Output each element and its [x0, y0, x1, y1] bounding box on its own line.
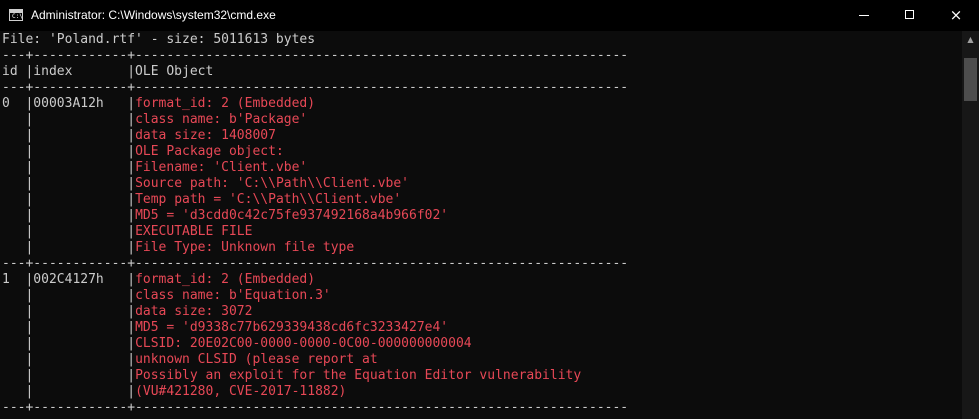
console-line: | |class name: b'Package': [2, 112, 307, 128]
console-line-prefix: | |: [2, 368, 136, 383]
console-line-prefix: | |: [2, 144, 136, 159]
console-line-prefix: ---+------------+-----------------------…: [2, 400, 629, 415]
console-line: | |data size: 3072: [2, 304, 252, 320]
title-bar[interactable]: C:\ Administrator: C:\Windows\system32\c…: [0, 0, 979, 31]
console-line: | |unknown CLSID (please report at: [2, 352, 378, 368]
console-line: id |index |OLE Object: [2, 64, 213, 80]
console-line-prefix: | |: [2, 128, 136, 143]
ole-info-text: format_id: 2 (Embedded): [135, 272, 316, 287]
console-line: | |Temp path = 'C:\\Path\\Client.vbe': [2, 192, 401, 208]
console-line: | |MD5 = 'd3cdd0c42c75fe937492168a4b966f…: [2, 208, 448, 224]
ole-info-text: Source path: 'C:\\Path\\Client.vbe': [135, 176, 409, 191]
console-line: | |(VU#421280, CVE-2017-11882): [2, 384, 346, 400]
ole-info-text: class name: b'Equation.3': [135, 288, 331, 303]
console-line-prefix: id |index |OLE Object: [2, 64, 214, 79]
console-line: | |CLSID: 20E02C00-0000-0000-0C00-000000…: [2, 336, 472, 352]
console-line: | |File Type: Unknown file type: [2, 240, 354, 256]
cmd-app-icon: C:\: [9, 9, 23, 21]
ole-info-text: data size: 1408007: [135, 128, 276, 143]
ole-info-text: class name: b'Package': [135, 112, 308, 127]
separator-line: ---+------------+-----------------------…: [2, 48, 628, 64]
console-line-prefix: | |: [2, 208, 136, 223]
separator-line: ---+------------+-----------------------…: [2, 256, 628, 272]
console-line: | |data size: 1408007: [2, 128, 276, 144]
minimize-button[interactable]: [841, 0, 887, 31]
console-line-prefix: | |: [2, 336, 136, 351]
console-line: 1 |002C4127h |format_id: 2 (Embedded): [2, 272, 315, 288]
close-button[interactable]: ×: [933, 0, 979, 31]
ole-info-text: Filename: 'Client.vbe': [135, 160, 308, 175]
console-line-prefix: | |: [2, 112, 136, 127]
ole-info-text: unknown CLSID (please report at: [135, 352, 378, 367]
window-title: Administrator: C:\Windows\system32\cmd.e…: [31, 8, 276, 22]
ole-info-text: File Type: Unknown file type: [135, 240, 355, 255]
ole-info-text: CLSID: 20E02C00-0000-0000-0C00-000000000…: [135, 336, 472, 351]
maximize-button[interactable]: [887, 0, 933, 31]
separator-line: ---+------------+-----------------------…: [2, 80, 628, 96]
minimize-icon: [859, 15, 869, 16]
ole-info-text: data size: 3072: [135, 304, 253, 319]
console-line-prefix: | |: [2, 320, 136, 335]
ole-info-text: OLE Package object:: [135, 144, 284, 159]
separator-line: ---+------------+-----------------------…: [2, 400, 628, 416]
console-line-prefix: | |: [2, 160, 136, 175]
close-icon: ×: [949, 6, 963, 24]
console-line-prefix: | |: [2, 304, 136, 319]
console-line-prefix: | |: [2, 384, 136, 399]
console-line-prefix: | |: [2, 224, 136, 239]
console-line-prefix: ---+------------+-----------------------…: [2, 48, 629, 63]
console-line: | |Source path: 'C:\\Path\\Client.vbe': [2, 176, 409, 192]
scroll-up-arrow-icon[interactable]: ▲: [962, 31, 979, 48]
console-line: | |EXECUTABLE FILE: [2, 224, 252, 240]
console-line: File: 'Poland.rtf' - size: 5011613 bytes: [2, 32, 315, 48]
ole-info-text: (VU#421280, CVE-2017-11882): [135, 384, 347, 399]
console-line-prefix: | |: [2, 352, 136, 367]
console-line: 0 |00003A12h |format_id: 2 (Embedded): [2, 96, 315, 112]
maximize-icon: [905, 10, 914, 19]
console-line-prefix: | |: [2, 288, 136, 303]
console-line: | |Possibly an exploit for the Equation …: [2, 368, 581, 384]
console-line: | |MD5 = 'd9338c77b629339438cd6fc3233427…: [2, 320, 448, 336]
console-line: | |Filename: 'Client.vbe': [2, 160, 307, 176]
ole-info-text: format_id: 2 (Embedded): [135, 96, 316, 111]
console-line-prefix: | |: [2, 176, 136, 191]
vertical-scrollbar[interactable]: ▲: [962, 31, 979, 419]
ole-info-text: Possibly an exploit for the Equation Edi…: [135, 368, 582, 383]
console-line-prefix: ---+------------+-----------------------…: [2, 80, 629, 95]
ole-info-text: MD5 = 'd3cdd0c42c75fe937492168a4b966f02': [135, 208, 449, 223]
console-line: | |OLE Package object:: [2, 144, 284, 160]
console-output[interactable]: File: 'Poland.rtf' - size: 5011613 bytes…: [0, 31, 962, 419]
scroll-thumb[interactable]: [964, 58, 977, 101]
ole-info-text: EXECUTABLE FILE: [135, 224, 253, 239]
console-line-prefix: 0 |00003A12h |: [2, 96, 136, 111]
console-line-prefix: | |: [2, 192, 136, 207]
ole-info-text: MD5 = 'd9338c77b629339438cd6fc3233427e4': [135, 320, 449, 335]
console-line-prefix: | |: [2, 240, 136, 255]
console-line-prefix: 1 |002C4127h |: [2, 272, 136, 287]
console-line-prefix: ---+------------+-----------------------…: [2, 256, 629, 271]
ole-info-text: Temp path = 'C:\\Path\\Client.vbe': [135, 192, 402, 207]
console-line: | |class name: b'Equation.3': [2, 288, 331, 304]
console-line-prefix: File: 'Poland.rtf' - size: 5011613 bytes: [2, 32, 316, 47]
